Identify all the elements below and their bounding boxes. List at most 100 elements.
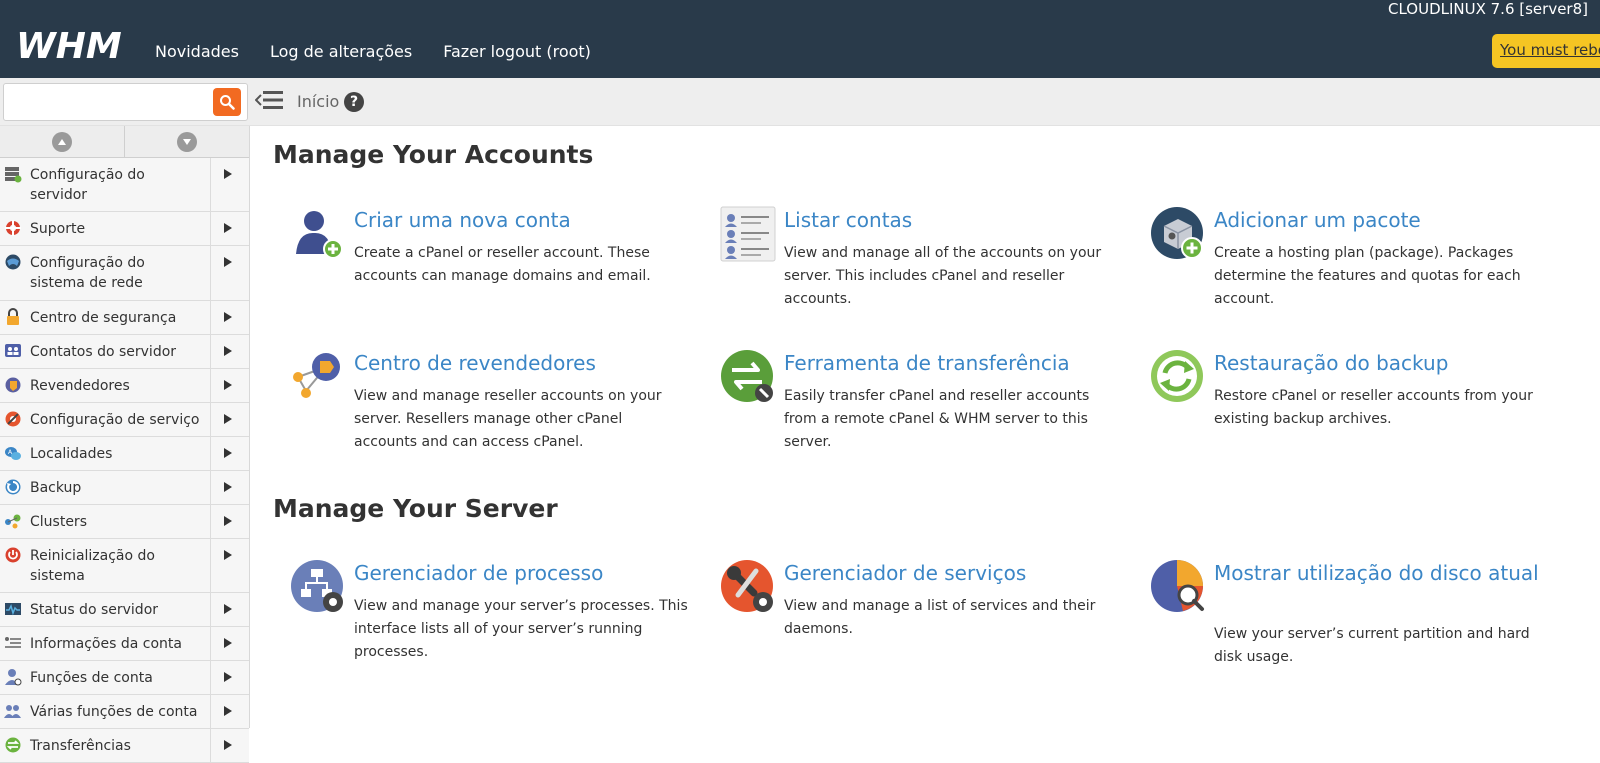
card-title-process-manager[interactable]: Gerenciador de processo bbox=[354, 559, 684, 587]
svg-text:WHM: WHM bbox=[16, 28, 122, 62]
expand-arrow-icon bbox=[224, 414, 232, 424]
user-add-icon[interactable] bbox=[290, 206, 346, 262]
card-title-add-package[interactable]: Adicionar um pacote bbox=[1214, 206, 1544, 234]
sidebar-item-system-reboot[interactable]: Reinicialização do sistema bbox=[0, 539, 249, 593]
expand-arrow-icon bbox=[224, 346, 232, 356]
sidebar-item-label: Revendedores bbox=[30, 378, 130, 394]
reseller-center-icon[interactable] bbox=[290, 349, 346, 405]
card-title-transfer-tool[interactable]: Ferramenta de transferência bbox=[784, 349, 1114, 377]
sidebar-item-label: Configuração do sistema de rede bbox=[30, 255, 145, 291]
backup-icon bbox=[5, 479, 21, 495]
sidebar-item-resellers[interactable]: Revendedores bbox=[0, 369, 249, 403]
resellers-icon bbox=[5, 377, 21, 393]
expand-arrow-icon bbox=[224, 604, 232, 614]
card-desc: View and manage all of the accounts on y… bbox=[784, 245, 1102, 307]
expand-arrow-icon bbox=[224, 672, 232, 682]
sidebar-item-server-contacts[interactable]: Contatos do servidor bbox=[0, 335, 249, 369]
disk-usage-icon[interactable] bbox=[1150, 559, 1206, 615]
process-manager-icon[interactable] bbox=[290, 559, 346, 615]
locales-icon: A bbox=[5, 447, 21, 460]
card-title-service-manager[interactable]: Gerenciador de serviços bbox=[784, 559, 1114, 587]
sidebar: Configuração do servidor Suporte Configu… bbox=[0, 126, 250, 763]
search-button[interactable] bbox=[213, 88, 241, 116]
card-desc: Create a cPanel or reseller account. The… bbox=[354, 245, 651, 284]
nav-novidades[interactable]: Novidades bbox=[155, 42, 239, 61]
power-icon bbox=[5, 547, 21, 563]
account-info-icon bbox=[5, 637, 21, 648]
account-functions-icon bbox=[5, 669, 22, 686]
card-desc: Create a hosting plan (package). Package… bbox=[1214, 245, 1521, 307]
help-icon[interactable]: ? bbox=[344, 92, 364, 112]
backup-restore-icon[interactable] bbox=[1150, 349, 1206, 405]
status-icon bbox=[5, 603, 21, 616]
sidebar-scroll-up[interactable] bbox=[0, 126, 125, 157]
sidebar-item-label: Funções de conta bbox=[30, 670, 153, 686]
card-desc: Restore cPanel or reseller accounts from… bbox=[1214, 388, 1533, 427]
sidebar-item-label: Suporte bbox=[30, 221, 86, 237]
clusters-icon bbox=[5, 514, 21, 529]
network-icon bbox=[5, 254, 21, 270]
sidebar-item-support[interactable]: Suporte bbox=[0, 212, 249, 246]
whm-logo[interactable]: WHM bbox=[16, 28, 134, 62]
search-icon bbox=[220, 95, 235, 110]
expand-arrow-icon bbox=[224, 223, 232, 233]
sidebar-item-label: Reinicialização do sistema bbox=[30, 548, 155, 584]
card-desc: View your server’s current partition and… bbox=[1214, 626, 1530, 665]
sidebar-item-security-center[interactable]: Centro de segurança bbox=[0, 301, 249, 335]
server-config-icon bbox=[5, 167, 22, 183]
package-add-icon[interactable] bbox=[1150, 206, 1206, 262]
sidebar-item-locales[interactable]: A Localidades bbox=[0, 437, 249, 471]
list-accounts-icon[interactable] bbox=[720, 206, 776, 262]
contacts-icon bbox=[5, 344, 21, 357]
card-title-disk-usage[interactable]: Mostrar utilização do disco atual bbox=[1214, 559, 1544, 587]
top-nav: Novidades Log de alterações Fazer logout… bbox=[155, 42, 591, 61]
card-title-backup-restore[interactable]: Restauração do backup bbox=[1214, 349, 1544, 377]
breadcrumb-home[interactable]: Início bbox=[297, 92, 339, 111]
chevron-up-icon bbox=[52, 131, 72, 152]
search-box bbox=[3, 83, 248, 121]
expand-arrow-icon bbox=[224, 448, 232, 458]
sidebar-scroll-down[interactable] bbox=[125, 126, 249, 157]
expand-arrow-icon bbox=[224, 516, 232, 526]
sub-bar bbox=[0, 78, 1600, 126]
multi-account-icon bbox=[4, 705, 21, 718]
card-title-reseller-center[interactable]: Centro de revendedores bbox=[354, 349, 684, 377]
sidebar-item-label: Configuração do servidor bbox=[30, 167, 145, 203]
expand-arrow-icon bbox=[224, 169, 232, 179]
sidebar-item-transfers[interactable]: Transferências bbox=[0, 729, 249, 763]
sidebar-item-label: Transferências bbox=[30, 738, 131, 754]
nav-logout[interactable]: Fazer logout (root) bbox=[443, 42, 591, 61]
sidebar-item-network-config[interactable]: Configuração do sistema de rede bbox=[0, 246, 249, 301]
section-title-server: Manage Your Server bbox=[273, 494, 558, 523]
card-desc: Easily transfer cPanel and reseller acco… bbox=[784, 388, 1090, 450]
card-desc: View and manage reseller accounts on you… bbox=[354, 388, 662, 450]
expand-arrow-icon bbox=[224, 482, 232, 492]
lifebuoy-icon bbox=[5, 220, 21, 236]
sidebar-item-label: Várias funções de conta bbox=[30, 704, 198, 720]
sidebar-item-account-info[interactable]: Informações da conta bbox=[0, 627, 249, 661]
expand-arrow-icon bbox=[224, 380, 232, 390]
reboot-notice-link[interactable]: You must reboot bbox=[1500, 41, 1600, 59]
card-title-create-account[interactable]: Criar uma nova conta bbox=[354, 206, 684, 234]
sidebar-item-server-status[interactable]: Status do servidor bbox=[0, 593, 249, 627]
sidebar-item-label: Status do servidor bbox=[30, 602, 159, 618]
sidebar-item-service-config[interactable]: Configuração de serviço bbox=[0, 403, 249, 437]
card-title-list-accounts[interactable]: Listar contas bbox=[784, 206, 1114, 234]
collapse-menu-icon[interactable] bbox=[255, 88, 283, 112]
service-manager-icon[interactable] bbox=[720, 559, 776, 615]
lock-icon bbox=[7, 308, 19, 325]
sidebar-item-clusters[interactable]: Clusters bbox=[0, 505, 249, 539]
expand-arrow-icon bbox=[224, 638, 232, 648]
sidebar-scroll-controls bbox=[0, 126, 249, 158]
sidebar-item-label: Informações da conta bbox=[30, 636, 182, 652]
sidebar-item-multi-account-functions[interactable]: Várias funções de conta bbox=[0, 695, 249, 729]
reboot-notice[interactable]: You must reboot bbox=[1492, 34, 1600, 68]
sidebar-item-server-config[interactable]: Configuração do servidor bbox=[0, 158, 249, 212]
transfer-tool-icon[interactable] bbox=[720, 349, 776, 405]
sidebar-item-account-functions[interactable]: Funções de conta bbox=[0, 661, 249, 695]
nav-changelog[interactable]: Log de alterações bbox=[270, 42, 412, 61]
search-input[interactable] bbox=[7, 87, 212, 117]
sidebar-item-backup[interactable]: Backup bbox=[0, 471, 249, 505]
expand-arrow-icon bbox=[224, 550, 232, 560]
section-title-accounts: Manage Your Accounts bbox=[273, 140, 594, 169]
